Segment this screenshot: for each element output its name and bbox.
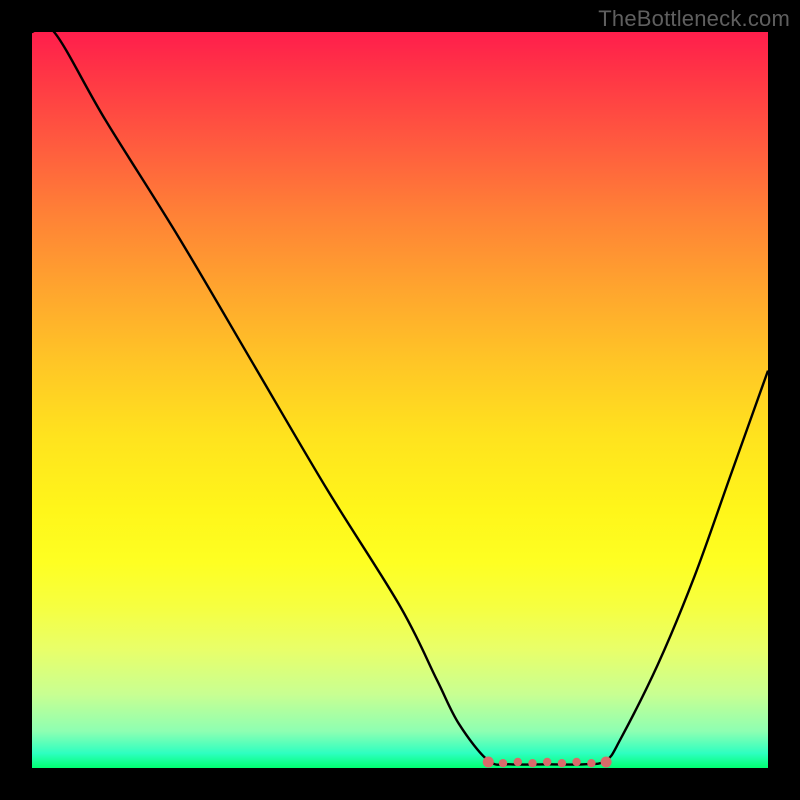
watermark-text: TheBottleneck.com <box>598 6 790 32</box>
optimal-marker-dot <box>543 758 551 766</box>
optimal-marker-dot <box>483 757 494 768</box>
curve-layer <box>32 32 768 768</box>
optimal-marker-dot <box>601 757 612 768</box>
optimal-marker-dot <box>528 759 536 767</box>
chart-frame: TheBottleneck.com <box>0 0 800 800</box>
optimal-marker-dot <box>558 759 566 767</box>
optimal-marker-dot <box>514 758 522 766</box>
optimal-marker-dot <box>572 758 580 766</box>
plot-area <box>32 32 768 768</box>
bottleneck-curve <box>32 32 768 765</box>
optimal-marker-dot <box>499 759 507 767</box>
optimal-marker-dot <box>587 759 595 767</box>
optimal-markers <box>483 757 612 768</box>
